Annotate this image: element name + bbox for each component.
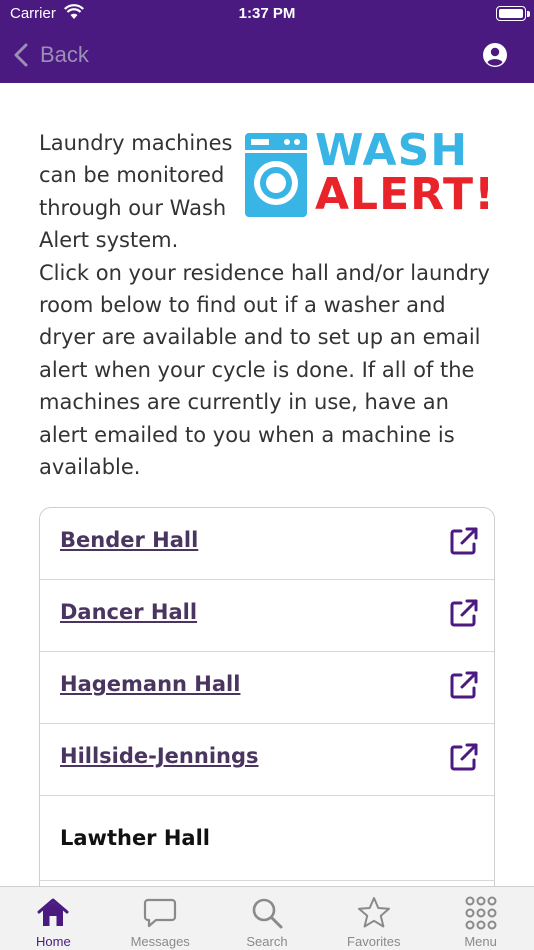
home-icon — [37, 898, 69, 926]
list-item[interactable]: Lawther Hall — [40, 796, 494, 881]
hall-link[interactable]: Dancer Hall — [60, 600, 197, 624]
tab-label: Favorites — [347, 934, 401, 949]
list-item[interactable]: Bender Hall — [40, 508, 494, 580]
tab-home[interactable]: Home — [0, 887, 107, 950]
residence-hall-list: Bender Hall Dancer Hall Hagemann Hall Hi… — [39, 507, 495, 886]
battery-tip — [527, 11, 530, 17]
tab-messages[interactable]: Messages — [107, 887, 214, 950]
star-icon — [357, 897, 390, 928]
status-bar: Carrier 1:37 PM — [0, 0, 534, 28]
external-link-icon — [450, 527, 478, 555]
list-item[interactable]: Hillside-Jennings — [40, 724, 494, 796]
hall-link[interactable]: Hagemann Hall — [60, 672, 240, 696]
tab-label: Messages — [130, 934, 190, 949]
tab-menu[interactable]: Menu — [427, 887, 534, 950]
chevron-left-icon — [14, 43, 28, 67]
external-link-icon — [450, 599, 478, 627]
hall-link[interactable]: Hillside-Jennings — [60, 744, 259, 768]
grid-menu-icon — [465, 896, 497, 930]
hall-link[interactable]: Bender Hall — [60, 528, 198, 552]
tab-label: Home — [36, 934, 71, 949]
search-icon — [252, 898, 283, 929]
tab-label: Search — [246, 934, 288, 949]
washing-machine-icon — [245, 133, 307, 217]
logo-wash-text: WASH — [315, 125, 469, 176]
wash-alert-logo: WASH ALERT! — [245, 127, 499, 235]
tab-search[interactable]: Search — [214, 887, 321, 950]
external-link-icon — [450, 743, 478, 771]
tab-label: Menu — [464, 934, 497, 949]
main-content: WASH ALERT! Laundry machines can be moni… — [0, 83, 534, 886]
back-label: Back — [40, 42, 89, 67]
list-item[interactable]: Dancer Hall — [40, 580, 494, 652]
list-item[interactable]: Hagemann Hall — [40, 652, 494, 724]
back-button[interactable]: Back — [14, 38, 89, 72]
navigation-bar: Back — [0, 28, 534, 83]
external-link-icon — [450, 671, 478, 699]
hall-label[interactable]: Lawther Hall — [60, 826, 210, 850]
clock: 1:37 PM — [238, 5, 296, 22]
tab-favorites[interactable]: Favorites — [320, 887, 427, 950]
intro-paragraph: WASH ALERT! Laundry machines can be moni… — [39, 127, 499, 483]
battery-icon — [496, 6, 526, 21]
profile-icon[interactable] — [482, 42, 508, 68]
logo-alert-text: ALERT! — [315, 169, 496, 220]
tab-bar: Home Messages Search Favorites Menu — [0, 886, 534, 950]
messages-icon — [144, 898, 177, 928]
